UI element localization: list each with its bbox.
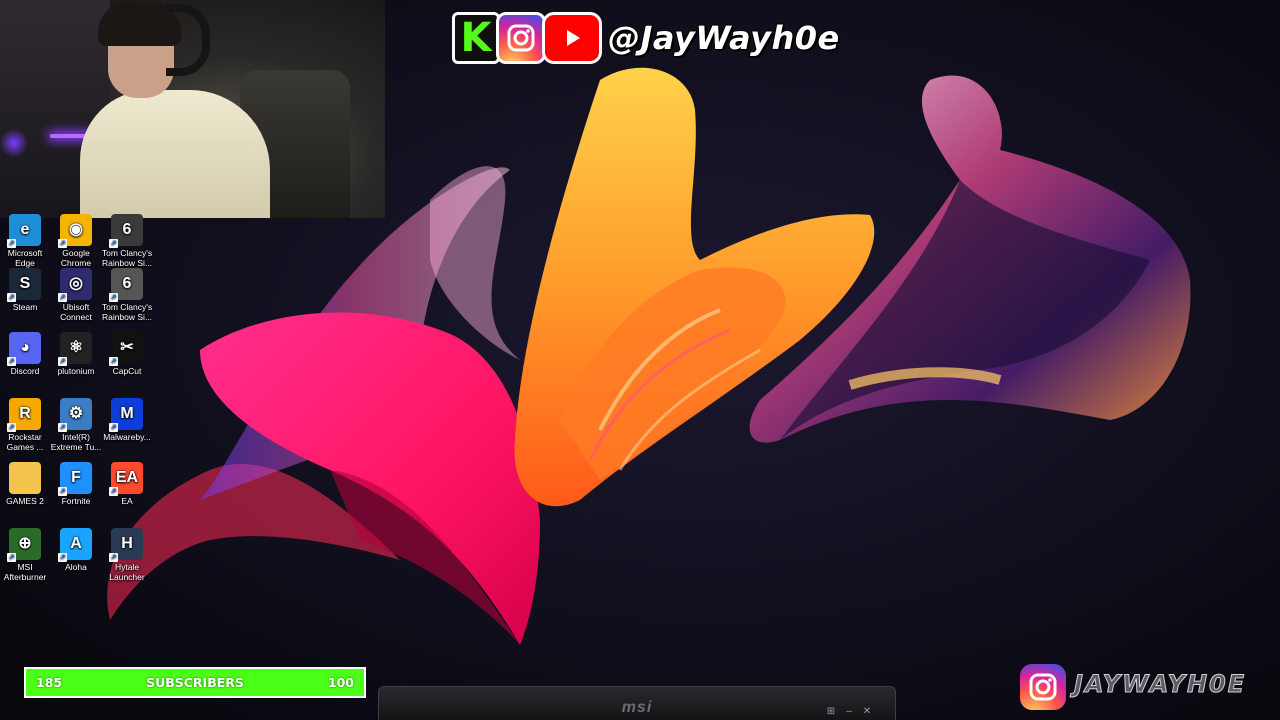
desktop-icon[interactable]: R ↗ Rockstar Games ... xyxy=(0,398,51,452)
desktop-icon-label: Tom Clancy's Rainbow Si... xyxy=(101,248,153,268)
desktop-icon-label: Hytale Launcher xyxy=(109,562,145,582)
desktop-icon-label: Ubisoft Connect xyxy=(60,302,92,322)
afterburner-icon: ⊕ ↗ xyxy=(7,528,41,562)
windows-icon[interactable]: ⊞ xyxy=(825,706,837,718)
instagram-icon xyxy=(496,12,546,64)
headset xyxy=(166,4,210,76)
subscriber-goal-bar: 185 SUBSCRIBERS 100 xyxy=(24,667,366,698)
desktop-icon[interactable]: ✂ ↗ CapCut xyxy=(101,332,153,376)
desktop-icon[interactable]: 6 ↗ Tom Clancy's Rainbow Si... xyxy=(101,268,153,322)
fortnite-icon: F ↗ xyxy=(58,462,92,496)
rainbow-six-icon: 6 ↗ xyxy=(109,214,143,248)
edge-icon: e ↗ xyxy=(7,214,41,248)
shortcut-arrow-icon: ↗ xyxy=(58,293,67,302)
desktop-icon[interactable]: H ↗ Hytale Launcher xyxy=(101,528,153,582)
desktop-icon[interactable]: GAMES 2 xyxy=(0,462,51,506)
desktop-icon[interactable]: ◎ ↗ Ubisoft Connect xyxy=(50,268,102,322)
atom-icon: ⚛ ↗ xyxy=(58,332,92,366)
desktop-icon[interactable]: ⊕ ↗ MSI Afterburner xyxy=(0,528,51,582)
shortcut-arrow-icon: ↗ xyxy=(109,553,118,562)
shortcut-arrow-icon: ↗ xyxy=(7,357,16,366)
streamer-body xyxy=(80,90,270,218)
desktop-icon-label: Microsoft Edge xyxy=(7,248,43,268)
steam-icon: S ↗ xyxy=(7,268,41,302)
webcam-led-glow xyxy=(0,128,28,158)
social-banner: K @JayWayh0e xyxy=(452,12,840,64)
close-icon[interactable]: ✕ xyxy=(861,706,873,718)
desktop-icon[interactable]: M ↗ Malwareby... xyxy=(101,398,153,442)
desktop-icon-label: Intel(R) Extreme Tu... xyxy=(50,432,102,452)
desktop-icon[interactable]: 6 ↗ Tom Clancy's Rainbow Si... xyxy=(101,214,153,268)
desktop-icon-label: Rockstar Games ... xyxy=(6,432,44,452)
aloha-icon: A ↗ xyxy=(58,528,92,562)
desktop-icon[interactable]: e ↗ Microsoft Edge xyxy=(0,214,51,268)
capcut-icon: ✂ ↗ xyxy=(109,332,143,366)
desktop-icon-label: Steam xyxy=(12,302,38,312)
desktop-icon-label: EA xyxy=(121,496,133,506)
subscriber-goal: 100 xyxy=(327,675,354,690)
desktop-icon-label: Malwareby... xyxy=(103,432,151,442)
shortcut-arrow-icon: ↗ xyxy=(109,423,118,432)
footer-handle: JAYWAYH0E xyxy=(1073,670,1247,699)
shortcut-arrow-icon: ↗ xyxy=(58,487,67,496)
desktop-icon[interactable]: S ↗ Steam xyxy=(0,268,51,312)
desktop-icon-grid: e ↗ Microsoft Edge ◉ ↗ Google Chrome 6 ↗ Tom Cla… xyxy=(0,214,155,588)
intel-xtu-icon: ⚙ ↗ xyxy=(58,398,92,432)
social-handle: @JayWayh0e xyxy=(607,18,840,58)
kick-icon: K xyxy=(452,12,500,64)
kick-letter: K xyxy=(460,15,492,61)
youtube-icon xyxy=(542,12,602,64)
ea-icon: EA ↗ xyxy=(109,462,143,496)
desktop-icon-label: Fortnite xyxy=(61,496,91,506)
shortcut-arrow-icon: ↗ xyxy=(109,293,118,302)
hytale-icon: H ↗ xyxy=(109,528,143,562)
instagram-icon xyxy=(1020,664,1066,710)
msi-taskbar: msi ⊞ – ✕ xyxy=(378,686,896,720)
desktop-icon-label: MSI Afterburner xyxy=(3,562,47,582)
desktop-icon[interactable]: EA ↗ EA xyxy=(101,462,153,506)
malwarebytes-icon: M ↗ xyxy=(109,398,143,432)
desktop-icon[interactable]: A ↗ Aloha xyxy=(50,528,102,572)
desktop-icon-label: Discord xyxy=(10,366,40,376)
shortcut-arrow-icon: ↗ xyxy=(58,239,67,248)
desktop-icon[interactable]: F ↗ Fortnite xyxy=(50,462,102,506)
shortcut-arrow-icon: ↗ xyxy=(7,423,16,432)
ubisoft-icon: ◎ ↗ xyxy=(58,268,92,302)
shortcut-arrow-icon: ↗ xyxy=(58,553,67,562)
webcam-overlay xyxy=(0,0,385,218)
shortcut-arrow-icon: ↗ xyxy=(7,293,16,302)
msi-logo: msi xyxy=(621,699,653,716)
desktop-icon[interactable]: ◉ ↗ Google Chrome xyxy=(50,214,102,268)
shortcut-arrow-icon: ↗ xyxy=(7,553,16,562)
desktop-icon-label: Google Chrome xyxy=(60,248,92,268)
desktop-icon-label: Tom Clancy's Rainbow Si... xyxy=(101,302,153,322)
desktop-icon[interactable]: ◕ ↗ Discord xyxy=(0,332,51,376)
shortcut-arrow-icon: ↗ xyxy=(109,357,118,366)
chrome-icon: ◉ ↗ xyxy=(58,214,92,248)
shortcut-arrow-icon: ↗ xyxy=(58,423,67,432)
desktop-icon-label: GAMES 2 xyxy=(6,496,44,506)
desktop-icon[interactable]: ⚛ ↗ plutonium xyxy=(50,332,102,376)
shortcut-arrow-icon: ↗ xyxy=(109,487,118,496)
desktop-icon-label: Aloha xyxy=(65,562,87,572)
desktop-icon[interactable]: ⚙ ↗ Intel(R) Extreme Tu... xyxy=(50,398,102,452)
shortcut-arrow-icon: ↗ xyxy=(58,357,67,366)
desktop-icon-label: plutonium xyxy=(57,366,95,376)
rockstar-icon: R ↗ xyxy=(7,398,41,432)
folder-icon xyxy=(9,462,41,494)
shortcut-arrow-icon: ↗ xyxy=(7,239,16,248)
shortcut-arrow-icon: ↗ xyxy=(109,239,118,248)
discord-icon: ◕ ↗ xyxy=(7,332,41,366)
subscriber-label: SUBSCRIBERS xyxy=(146,675,244,690)
subscriber-current: 185 xyxy=(36,675,63,690)
minimize-icon[interactable]: – xyxy=(843,706,855,718)
rainbow-six-icon: 6 ↗ xyxy=(109,268,143,302)
desktop-icon-label: CapCut xyxy=(112,366,142,376)
